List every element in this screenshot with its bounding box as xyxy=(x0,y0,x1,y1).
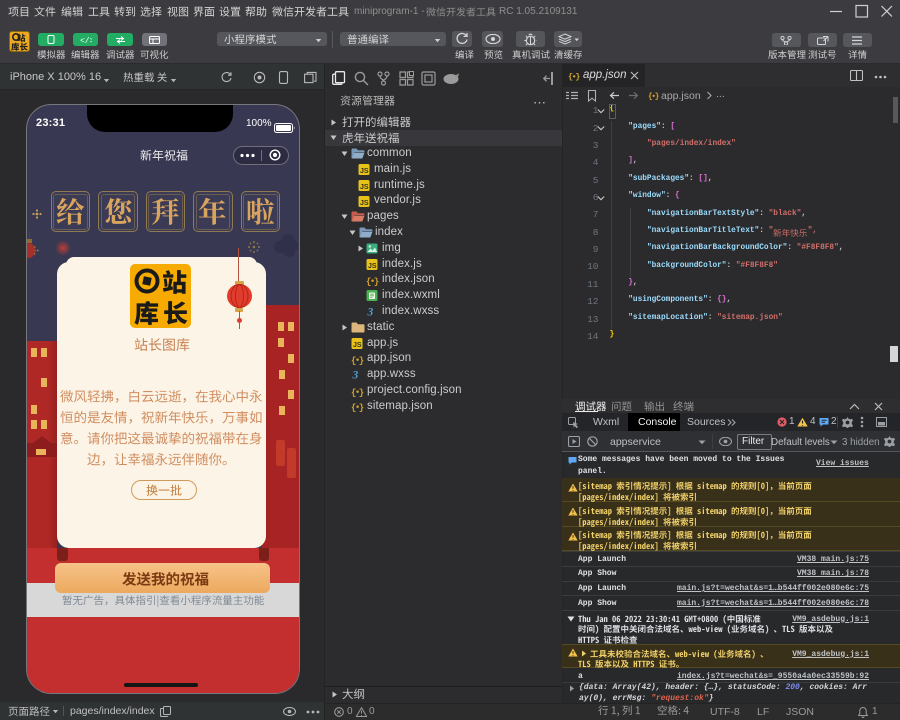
svg-text:{•}: {•} xyxy=(351,403,364,412)
svg-text:JS: JS xyxy=(360,168,369,175)
svg-text:{•}: {•} xyxy=(648,93,660,101)
svg-text:{•}: {•} xyxy=(366,277,379,286)
svg-text:JS: JS xyxy=(360,200,369,207)
svg-text:JS: JS xyxy=(368,263,377,270)
svg-text:3: 3 xyxy=(367,307,374,318)
svg-text:JS: JS xyxy=(360,184,369,191)
svg-text:JS: JS xyxy=(353,342,362,349)
svg-text:{•}: {•} xyxy=(351,356,364,365)
svg-text:{•}: {•} xyxy=(351,388,364,397)
svg-text:</>: </> xyxy=(80,37,92,44)
svg-text:{•}: {•} xyxy=(568,72,580,81)
svg-text:3: 3 xyxy=(352,370,359,381)
